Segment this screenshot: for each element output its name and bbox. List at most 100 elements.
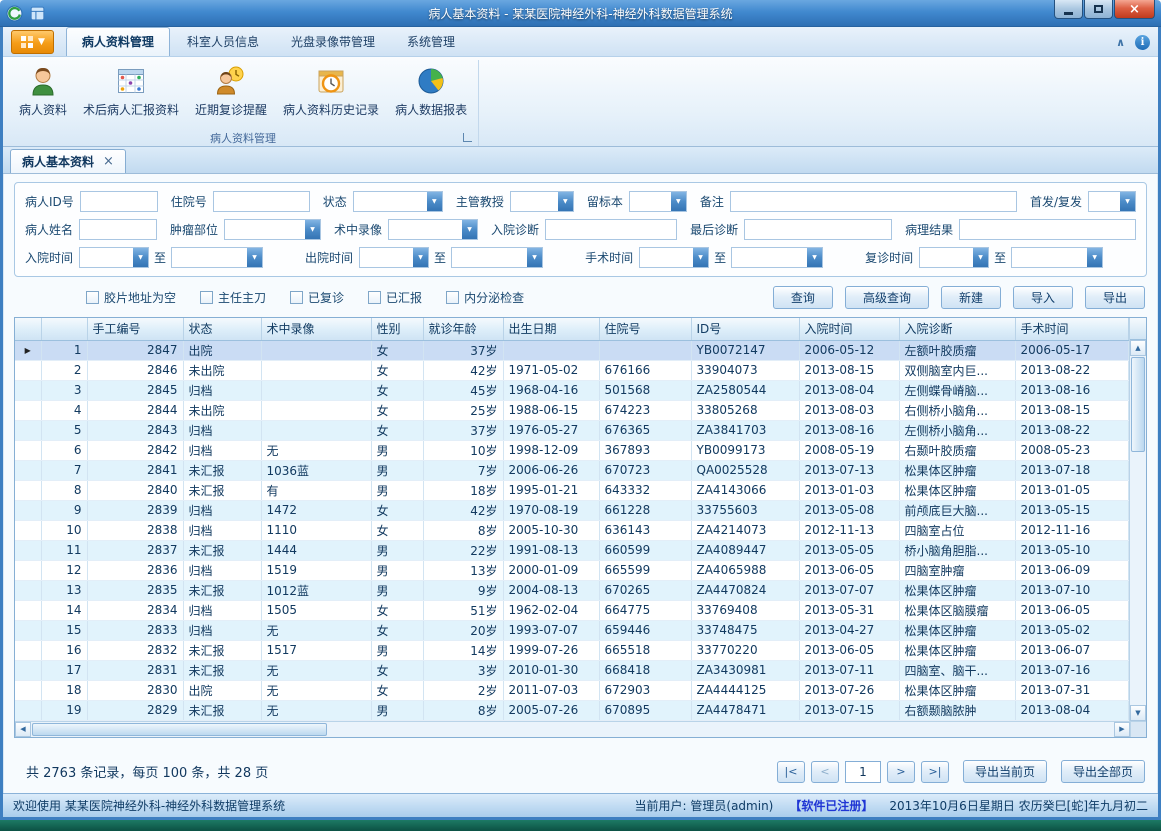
chevron-down-icon[interactable]: ▼ [558,192,573,211]
ribbon-button-history-log[interactable]: 病人资料历史记录 [275,60,387,120]
surgery-video-input[interactable] [389,220,462,239]
chevron-down-icon[interactable]: ▼ [527,248,542,267]
table-row[interactable]: 172831未汇报无女3岁2010-01-30668418ZA343098120… [15,660,1129,680]
table-row[interactable]: 72841未汇报1036蓝男7岁2006-06-26670723QA002552… [15,460,1129,480]
horizontal-scroll-track[interactable] [328,722,1114,737]
professor-combo[interactable]: ▼ [510,191,574,212]
help-icon[interactable]: i [1135,35,1150,50]
table-row[interactable]: 182830出院无女2岁2011-07-03672903ZA4444125201… [15,680,1129,700]
table-row[interactable]: 162832未汇报1517男14岁1999-07-266655183377022… [15,640,1129,660]
admission-date-to-combo[interactable]: ▼ [171,247,263,268]
table-row[interactable]: 62842归档无男10岁1998-12-09367893YB0099173200… [15,440,1129,460]
scroll-up-icon[interactable]: ▲ [1130,340,1146,356]
column-header[interactable]: ID号 [691,318,799,340]
chevron-down-icon[interactable]: ▼ [247,248,262,267]
surgery-date-to-combo[interactable]: ▼ [731,247,823,268]
table-row[interactable]: 32845归档女45岁1968-04-16501568ZA25805442013… [15,380,1129,400]
first-page-button[interactable]: |< [777,761,805,783]
patient-id-input[interactable] [80,191,158,212]
export-button[interactable]: 导出 [1085,286,1145,309]
table-row[interactable]: 112837未汇报1444男22岁1991-08-13660599ZA40894… [15,540,1129,560]
admission-number-input[interactable] [213,191,310,212]
surgery-video-combo[interactable]: ▼ [388,219,478,240]
checkbox-film-address-empty[interactable]: 胶片地址为空 [86,289,176,306]
table-row[interactable]: 52843归档女37岁1976-05-27676365ZA38417032013… [15,420,1129,440]
table-row[interactable]: 102838归档1110女8岁2005-10-30636143ZA4214073… [15,520,1129,540]
followup-date-from-combo[interactable]: ▼ [919,247,989,268]
status-combo[interactable]: ▼ [353,191,443,212]
professor-input[interactable] [511,192,558,211]
ribbon-button-patient-info[interactable]: 病人资料 [11,60,75,120]
ribbon-button-followup-reminder[interactable]: 近期复诊提醒 [187,60,275,120]
export-all-pages-button[interactable]: 导出全部页 [1061,760,1145,783]
final-diagnosis-input[interactable] [744,219,892,240]
surgery-date-to-input[interactable] [732,248,807,267]
page-number-input[interactable] [845,761,881,783]
specimen-combo[interactable]: ▼ [629,191,687,212]
chevron-down-icon[interactable]: ▼ [693,248,708,267]
status-input[interactable] [354,192,427,211]
ribbon-tab-patient-data-management[interactable]: 病人资料管理 [66,27,170,56]
chevron-down-icon[interactable]: ▼ [462,220,477,239]
chevron-down-icon[interactable]: ▼ [671,192,686,211]
admission-date-to-input[interactable] [172,248,247,267]
maximize-button[interactable] [1084,0,1113,19]
horizontal-scrollbar[interactable]: ◀ ▶ [15,721,1146,737]
followup-date-from-input[interactable] [920,248,973,267]
table-row[interactable]: 142834归档1505女51岁1962-02-0466477533769408… [15,600,1129,620]
column-header[interactable]: 状态 [183,318,261,340]
table-row[interactable]: 122836归档1519男13岁2000-01-09665599ZA406598… [15,560,1129,580]
table-row[interactable]: 192829未汇报无男8岁2005-07-26670895ZA447847120… [15,700,1129,720]
scroll-right-icon[interactable]: ▶ [1114,722,1130,737]
chevron-down-icon[interactable]: ▼ [807,248,822,267]
followup-date-to-combo[interactable]: ▼ [1011,247,1103,268]
app-menu-button[interactable]: ▼ [11,30,54,54]
tab-close-icon[interactable]: × [103,154,114,169]
table-row[interactable]: 42844未出院女25岁1988-06-15674223338052682013… [15,400,1129,420]
admission-diagnosis-input[interactable] [545,219,677,240]
export-current-page-button[interactable]: 导出当前页 [963,760,1047,783]
checkbox-chief-surgeon[interactable]: 主任主刀 [200,289,266,306]
dialog-launcher-icon[interactable] [463,133,472,142]
discharge-date-to-input[interactable] [452,248,527,267]
chevron-down-icon[interactable]: ▼ [133,248,148,267]
ribbon-button-postop-report[interactable]: 术后病人汇报资料 [75,60,187,120]
scroll-down-icon[interactable]: ▼ [1130,705,1146,721]
chevron-down-icon[interactable]: ▼ [413,248,428,267]
surgery-date-from-combo[interactable]: ▼ [639,247,709,268]
chevron-down-icon[interactable]: ▼ [973,248,988,267]
new-button[interactable]: 新建 [941,286,1001,309]
chevron-down-icon[interactable]: ▼ [305,220,320,239]
collapse-ribbon-icon[interactable]: ∧ [1116,36,1125,49]
chevron-down-icon[interactable]: ▼ [1120,192,1135,211]
surgery-date-from-input[interactable] [640,248,693,267]
document-tab-patient-basic-info[interactable]: 病人基本资料 × [10,149,126,173]
checkbox-reported[interactable]: 已汇报 [368,289,422,306]
query-button[interactable]: 查询 [773,286,833,309]
vertical-scroll-thumb[interactable] [1131,357,1145,452]
ribbon-tab-system-management[interactable]: 系统管理 [392,28,470,56]
registration-status[interactable]: 【软件已注册】 [789,797,873,814]
vertical-scrollbar[interactable]: ▲ ▼ [1129,318,1146,721]
column-header[interactable]: 就诊年龄 [423,318,503,340]
patient-name-input[interactable] [79,219,157,240]
followup-date-to-input[interactable] [1012,248,1087,267]
table-row[interactable]: 82840未汇报有男18岁1995-01-21643332ZA414306620… [15,480,1129,500]
ribbon-tab-disc-video-management[interactable]: 光盘录像带管理 [276,28,390,56]
column-header[interactable]: 出生日期 [503,318,599,340]
prev-page-button[interactable]: < [811,761,839,783]
ribbon-tab-department-staff[interactable]: 科室人员信息 [172,28,274,56]
column-header[interactable]: 入院时间 [799,318,899,340]
admission-date-from-input[interactable] [80,248,133,267]
minimize-button[interactable] [1054,0,1083,19]
advanced-query-button[interactable]: 高级查询 [845,286,929,309]
table-row[interactable]: 152833归档无女20岁1993-07-0765944633748475201… [15,620,1129,640]
chevron-down-icon[interactable]: ▼ [427,192,442,211]
table-row[interactable]: ▶12847出院女37岁YB00721472006-05-12左额叶胶质瘤200… [15,340,1129,360]
checkbox-followed-up[interactable]: 已复诊 [290,289,344,306]
chevron-down-icon[interactable]: ▼ [1087,248,1102,267]
specimen-input[interactable] [630,192,671,211]
next-page-button[interactable]: > [887,761,915,783]
remarks-input[interactable] [730,191,1017,212]
column-header[interactable]: 手术时间 [1015,318,1129,340]
